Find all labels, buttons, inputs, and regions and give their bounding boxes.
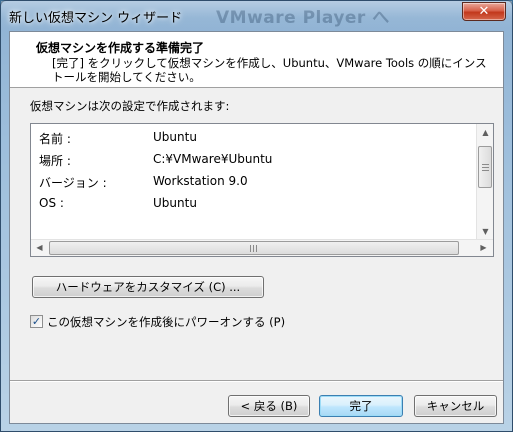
grip-line	[482, 167, 489, 168]
setting-value: Ubuntu	[153, 196, 197, 210]
scroll-up-icon[interactable]: ▲	[477, 124, 493, 141]
close-button[interactable]: ✕	[462, 2, 506, 21]
window-title: 新しい仮想マシン ウィザード	[9, 11, 183, 26]
grip-line	[250, 245, 251, 252]
scroll-left-icon[interactable]: ◀	[31, 240, 48, 256]
setting-row-version: バージョン : Workstation 9.0	[39, 174, 469, 192]
checkmark-icon: ✓	[31, 315, 42, 328]
vertical-scrollbar[interactable]: ▲ ▼	[476, 124, 493, 240]
grip-line	[253, 245, 254, 252]
customize-hardware-button[interactable]: ハードウェアをカスタマイズ (C) ...	[32, 276, 264, 298]
page-description: [完了] をクリックして仮想マシンを作成し、Ubuntu、VMware Tool…	[52, 56, 487, 84]
vertical-scroll-thumb[interactable]	[478, 146, 492, 188]
close-icon: ✕	[478, 4, 490, 19]
setting-row-name: 名前 : Ubuntu	[39, 130, 469, 148]
setting-value: C:¥VMware¥Ubuntu	[153, 152, 273, 166]
setting-key: 名前 :	[39, 132, 71, 146]
setting-row-location: 場所 : C:¥VMware¥Ubuntu	[39, 152, 469, 170]
setting-value: Ubuntu	[153, 130, 197, 144]
settings-rows: 名前 : Ubuntu 場所 : C:¥VMware¥Ubuntu バージョン …	[31, 124, 475, 240]
horizontal-scrollbar[interactable]: ◀ ▶	[31, 239, 493, 256]
page-title: 仮想マシンを作成する準備完了	[36, 41, 205, 55]
back-button[interactable]: < 戻る (B)	[228, 395, 310, 417]
setting-value: Workstation 9.0	[153, 174, 248, 188]
grip-line	[482, 170, 489, 171]
wizard-header: 仮想マシンを作成する準備完了 [完了] をクリックして仮想マシンを作成し、Ubu…	[10, 32, 503, 88]
cancel-button[interactable]: キャンセル	[414, 395, 497, 417]
setting-key: バージョン :	[39, 176, 107, 190]
scroll-down-icon[interactable]: ▼	[477, 223, 493, 240]
setting-key: OS :	[39, 196, 64, 210]
scroll-right-icon[interactable]: ▶	[475, 240, 492, 256]
power-on-label[interactable]: この仮想マシンを作成後にパワーオンする (P)	[47, 314, 285, 330]
title-bar[interactable]: VMware Player へ 新しい仮想マシン ウィザード ✕	[1, 1, 512, 29]
background-window-text: VMware Player へ	[216, 8, 390, 28]
wizard-window: VMware Player へ 新しい仮想マシン ウィザード ✕ 仮想マシンを作…	[0, 0, 513, 432]
settings-summary-list[interactable]: 名前 : Ubuntu 場所 : C:¥VMware¥Ubuntu バージョン …	[30, 123, 494, 257]
grip-line	[482, 164, 489, 165]
finish-button[interactable]: 完了	[319, 395, 403, 417]
setting-row-os: OS : Ubuntu	[39, 196, 469, 214]
settings-label: 仮想マシンは次の設定で作成されます:	[30, 99, 230, 113]
dialog-client-area: 仮想マシンを作成する準備完了 [完了] をクリックして仮想マシンを作成し、Ubu…	[9, 31, 504, 424]
power-on-checkbox[interactable]: ✓	[30, 315, 43, 328]
horizontal-scroll-thumb[interactable]	[49, 241, 459, 255]
grip-line	[256, 245, 257, 252]
setting-key: 場所 :	[39, 154, 71, 168]
footer-separator	[10, 380, 503, 382]
